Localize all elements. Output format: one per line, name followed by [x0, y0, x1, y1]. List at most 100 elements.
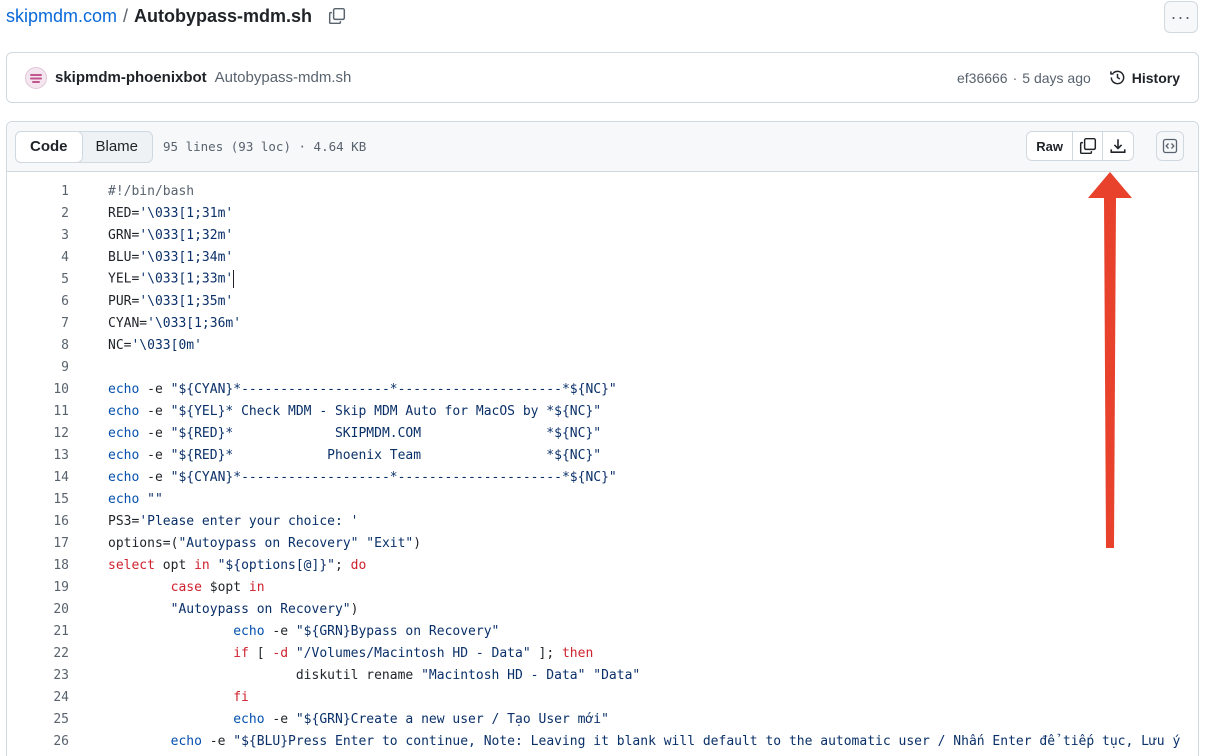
line-number[interactable]: 1 [7, 184, 69, 199]
line-number[interactable]: 26 [7, 734, 69, 749]
line-number[interactable]: 24 [7, 690, 69, 705]
line-number[interactable]: 2 [7, 206, 69, 221]
code-line: 7 CYAN='\033[1;36m' [7, 312, 1198, 334]
breadcrumb-repo-link[interactable]: skipmdm.com [6, 6, 117, 27]
line-number[interactable]: 20 [7, 602, 69, 617]
file-meta: 95 lines (93 loc) · 4.64 KB [163, 139, 367, 154]
code-token: CYAN= [108, 315, 148, 331]
line-number[interactable]: 16 [7, 514, 69, 529]
tab-blame[interactable]: Blame [82, 132, 153, 162]
line-number[interactable]: 5 [7, 272, 69, 287]
history-icon [1109, 70, 1125, 85]
line-source: echo -e "${CYAN}*-------------------*---… [108, 382, 617, 397]
code-token: NC= [108, 337, 132, 353]
commit-dot: · [1012, 69, 1018, 86]
code-token: echo [108, 447, 140, 463]
line-number[interactable]: 9 [7, 360, 69, 375]
line-source: echo -e "${RED}* SKIPMDM.COM *${NC}" [108, 426, 601, 441]
code-token: '\033[1;33m' [139, 271, 234, 287]
code-token: -e [139, 447, 171, 463]
code-square-icon [1162, 138, 1178, 154]
line-number[interactable]: 25 [7, 712, 69, 727]
code-line: 18 select opt in "${options[@]}"; do [7, 554, 1198, 576]
code-token: -e [264, 623, 296, 639]
code-listing[interactable]: 1 #!/bin/bash 2 RED='\033[1;31m' 3 GRN='\033[… [7, 172, 1198, 752]
code-token: "${RED}* SKIPMDM.COM *${NC}" [170, 425, 602, 441]
line-number[interactable]: 6 [7, 294, 69, 309]
line-number[interactable]: 21 [7, 624, 69, 639]
commit-message-link[interactable]: Autobypass-mdm.sh [215, 69, 352, 86]
code-token: PUR= [108, 293, 140, 309]
code-token: -e [201, 733, 234, 749]
code-token: options=( [108, 535, 179, 551]
code-line: 8 NC='\033[0m' [7, 334, 1198, 356]
line-source: GRN='\033[1;32m' [108, 228, 233, 243]
kebab-horizontal-icon: ··· [1170, 6, 1192, 27]
line-number[interactable]: 13 [7, 448, 69, 463]
line-source: echo -e "${CYAN}*-------------------*---… [108, 470, 617, 485]
code-token: do [350, 557, 367, 573]
latest-commit-bar: skipmdm-phoenixbot Autobypass-mdm.sh ef3… [6, 52, 1199, 103]
code-token: '\033[1;32m' [139, 227, 234, 243]
code-token: echo [108, 469, 140, 485]
breadcrumb-file-name: Autobypass-mdm.sh [134, 5, 313, 26]
symbols-panel-button[interactable] [1156, 131, 1184, 161]
copy-raw-button[interactable] [1073, 132, 1103, 160]
code-token: '\033[1;34m' [139, 249, 234, 265]
code-token: in [248, 579, 265, 595]
line-number[interactable]: 12 [7, 426, 69, 441]
line-number[interactable]: 19 [7, 580, 69, 595]
code-token: if [233, 645, 249, 661]
line-number[interactable]: 18 [7, 558, 69, 573]
line-number[interactable]: 11 [7, 404, 69, 419]
code-line: 20 "Autoypass on Recovery") [7, 598, 1198, 620]
code-token: ) [350, 601, 359, 617]
code-line: 15 echo "" [7, 488, 1198, 510]
commit-author-link[interactable]: skipmdm-phoenixbot [55, 69, 207, 86]
code-token: "${BLU}Press Enter to continue, Note: Le… [233, 733, 1181, 749]
line-source: echo -e "${RED}* Phoenix Team *${NC}" [108, 448, 601, 463]
code-token: in [194, 557, 210, 573]
code-token: case [170, 579, 202, 595]
code-token: RED= [108, 205, 140, 221]
file-action-group: Raw [1026, 131, 1134, 161]
commit-sha-link[interactable]: ef36666 [957, 70, 1008, 86]
code-token: '\033[1;31m' [139, 205, 234, 221]
commit-age: 5 days ago [1022, 69, 1091, 86]
copy-path-icon[interactable] [328, 7, 346, 25]
line-number[interactable]: 23 [7, 668, 69, 683]
code-token: "Macintosh HD - Data" [421, 667, 586, 683]
code-token: -e [139, 381, 171, 397]
line-source: echo -e "${GRN}Create a new user / Tạo U… [108, 712, 609, 727]
line-number[interactable]: 4 [7, 250, 69, 265]
code-token: [ [248, 645, 273, 661]
line-number[interactable]: 7 [7, 316, 69, 331]
line-number[interactable]: 8 [7, 338, 69, 353]
tab-code[interactable]: Code [15, 130, 83, 163]
history-button[interactable]: History [1109, 69, 1180, 86]
line-number[interactable]: 17 [7, 536, 69, 551]
line-number[interactable]: 10 [7, 382, 69, 397]
file-viewer: Code Blame 95 lines (93 loc) · 4.64 KB R… [6, 121, 1199, 756]
line-number[interactable]: 14 [7, 470, 69, 485]
line-source: #!/bin/bash [108, 184, 194, 199]
code-token: -e [139, 425, 171, 441]
code-line: 14 echo -e "${CYAN}*-------------------*-… [7, 466, 1198, 488]
line-number[interactable]: 3 [7, 228, 69, 243]
code-token: "${GRN}Bypass on Recovery" [295, 623, 500, 639]
raw-button[interactable]: Raw [1027, 132, 1073, 160]
code-line: 2 RED='\033[1;31m' [7, 202, 1198, 224]
line-number[interactable]: 15 [7, 492, 69, 507]
download-button[interactable] [1103, 132, 1133, 160]
line-source: NC='\033[0m' [108, 338, 202, 353]
avatar[interactable] [25, 66, 47, 89]
line-source: case $opt in [108, 580, 265, 595]
line-number[interactable]: 22 [7, 646, 69, 661]
more-options-button[interactable]: ··· [1164, 1, 1198, 33]
